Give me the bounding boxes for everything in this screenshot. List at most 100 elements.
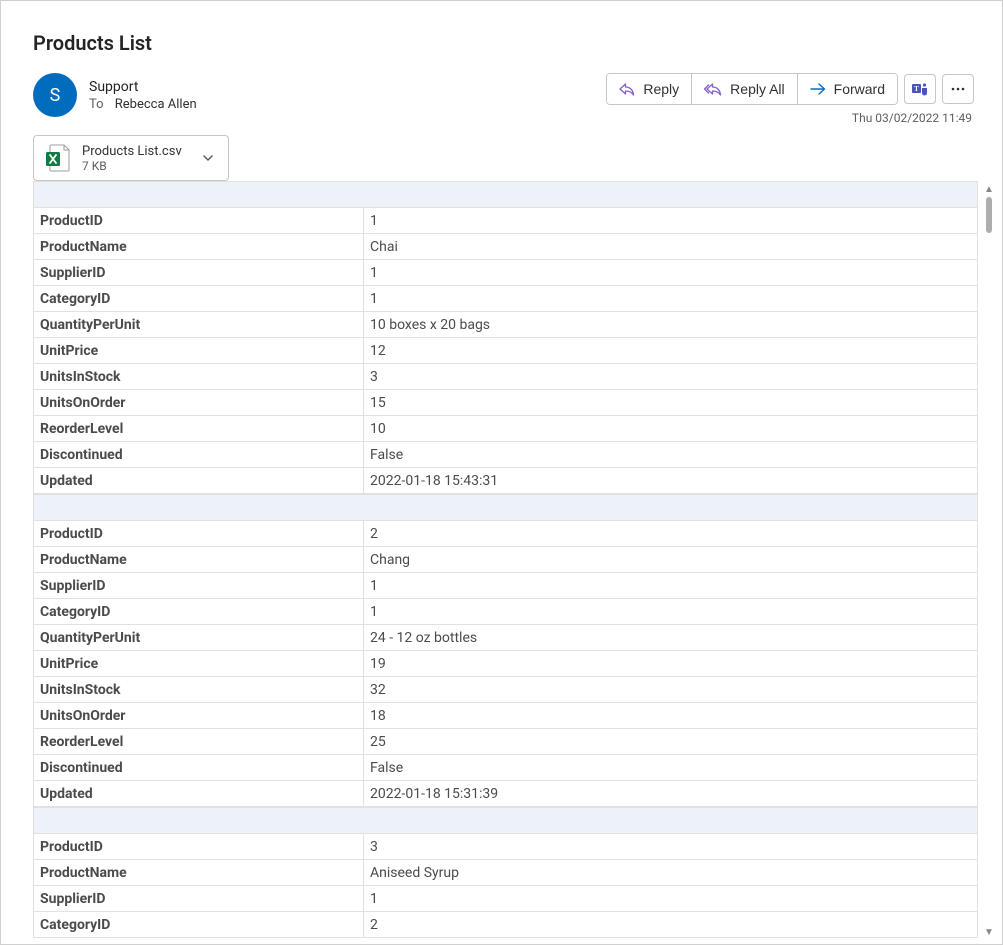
scrollbar[interactable]: ▲ ▼ (982, 183, 996, 940)
actions-column: Reply Reply All Forward (606, 73, 974, 125)
field-label: ProductName (34, 547, 364, 573)
avatar-initial: S (50, 85, 61, 106)
field-value: 32 (364, 677, 978, 703)
sender-block: S Support To Rebecca Allen (33, 73, 197, 117)
teams-icon: T (911, 80, 929, 98)
reply-all-button[interactable]: Reply All (691, 74, 796, 104)
table-row: DiscontinuedFalse (34, 755, 978, 781)
excel-file-icon (42, 142, 74, 174)
forward-button[interactable]: Forward (797, 74, 897, 104)
table-row: ProductNameChang (34, 547, 978, 573)
record-separator (33, 807, 978, 833)
field-label: SupplierID (34, 260, 364, 286)
table-row: CategoryID2 (34, 912, 978, 938)
field-value: 2022-01-18 15:43:31 (364, 468, 978, 494)
field-label: Discontinued (34, 755, 364, 781)
attachment-name: Products List.csv (82, 144, 198, 159)
table-row: UnitsInStock3 (34, 364, 978, 390)
field-label: UnitPrice (34, 651, 364, 677)
email-body-region: ProductID1ProductNameChaiSupplierID1Cate… (33, 181, 978, 940)
field-value: 1 (364, 260, 978, 286)
field-label: ReorderLevel (34, 416, 364, 442)
field-label: Updated (34, 468, 364, 494)
field-value: 18 (364, 703, 978, 729)
field-value: 3 (364, 364, 978, 390)
forward-icon (810, 82, 826, 96)
scroll-track[interactable] (986, 197, 992, 926)
field-value: Chang (364, 547, 978, 573)
table-row: DiscontinuedFalse (34, 442, 978, 468)
field-value: 2 (364, 521, 978, 547)
field-label: ProductID (34, 834, 364, 860)
table-row: SupplierID1 (34, 260, 978, 286)
attachment-meta: Products List.csv 7 KB (82, 144, 198, 173)
chevron-down-icon[interactable] (198, 152, 218, 164)
table-row: ReorderLevel10 (34, 416, 978, 442)
field-label: ProductName (34, 234, 364, 260)
svg-text:T: T (914, 85, 919, 93)
email-header-region: Products List S Support To Rebecca Allen (1, 1, 1002, 181)
field-value: False (364, 442, 978, 468)
sender-avatar: S (33, 73, 77, 117)
attachment-row: Products List.csv 7 KB (33, 135, 974, 181)
from-name[interactable]: Support (89, 79, 197, 95)
field-label: UnitsOnOrder (34, 703, 364, 729)
field-value: 2022-01-18 15:31:39 (364, 781, 978, 807)
field-label: CategoryID (34, 912, 364, 938)
field-value: 1 (364, 286, 978, 312)
to-name[interactable]: Rebecca Allen (115, 97, 197, 112)
to-line: To Rebecca Allen (89, 97, 197, 112)
email-body-content[interactable]: ProductID1ProductNameChaiSupplierID1Cate… (33, 181, 978, 940)
reading-pane-window: Products List S Support To Rebecca Allen (0, 0, 1003, 945)
field-label: ProductName (34, 860, 364, 886)
field-value: 24 - 12 oz bottles (364, 625, 978, 651)
field-label: ProductID (34, 208, 364, 234)
forward-label: Forward (834, 81, 885, 97)
field-value: False (364, 755, 978, 781)
action-row: Reply Reply All Forward (606, 73, 974, 105)
scroll-up-arrow[interactable]: ▲ (984, 183, 994, 197)
field-value: Chai (364, 234, 978, 260)
teams-share-button[interactable]: T (904, 74, 936, 104)
table-row: ProductNameChai (34, 234, 978, 260)
field-value: 1 (364, 886, 978, 912)
reply-all-label: Reply All (730, 81, 784, 97)
attachment-size: 7 KB (82, 159, 198, 173)
record-table: ProductID3ProductNameAniseed SyrupSuppli… (33, 833, 978, 938)
table-row: Updated2022-01-18 15:31:39 (34, 781, 978, 807)
reply-label: Reply (643, 81, 679, 97)
field-label: CategoryID (34, 286, 364, 312)
table-row: SupplierID1 (34, 573, 978, 599)
respond-button-group: Reply Reply All Forward (606, 73, 898, 105)
table-row: CategoryID1 (34, 286, 978, 312)
field-label: QuantityPerUnit (34, 625, 364, 651)
scroll-down-arrow[interactable]: ▼ (984, 926, 994, 940)
field-label: SupplierID (34, 573, 364, 599)
record-separator (33, 494, 978, 520)
table-row: UnitsOnOrder15 (34, 390, 978, 416)
field-label: UnitsInStock (34, 364, 364, 390)
received-timestamp: Thu 03/02/2022 11:49 (852, 111, 972, 125)
to-label: To (89, 97, 104, 112)
table-row: UnitsOnOrder18 (34, 703, 978, 729)
field-value: 25 (364, 729, 978, 755)
table-row: ProductNameAniseed Syrup (34, 860, 978, 886)
record-table: ProductID2ProductNameChangSupplierID1Cat… (33, 520, 978, 807)
more-actions-button[interactable] (942, 74, 974, 104)
field-label: QuantityPerUnit (34, 312, 364, 338)
field-label: CategoryID (34, 599, 364, 625)
table-row: Updated2022-01-18 15:43:31 (34, 468, 978, 494)
scroll-thumb[interactable] (986, 197, 992, 233)
field-label: UnitsOnOrder (34, 390, 364, 416)
table-row: ProductID1 (34, 208, 978, 234)
table-row: CategoryID1 (34, 599, 978, 625)
reply-button[interactable]: Reply (607, 74, 691, 104)
field-label: UnitsInStock (34, 677, 364, 703)
field-value: 10 boxes x 20 bags (364, 312, 978, 338)
ellipsis-icon (950, 81, 966, 97)
table-row: SupplierID1 (34, 886, 978, 912)
attachment-chip[interactable]: Products List.csv 7 KB (33, 135, 229, 181)
field-value: 1 (364, 599, 978, 625)
field-value: Aniseed Syrup (364, 860, 978, 886)
table-row: UnitPrice19 (34, 651, 978, 677)
